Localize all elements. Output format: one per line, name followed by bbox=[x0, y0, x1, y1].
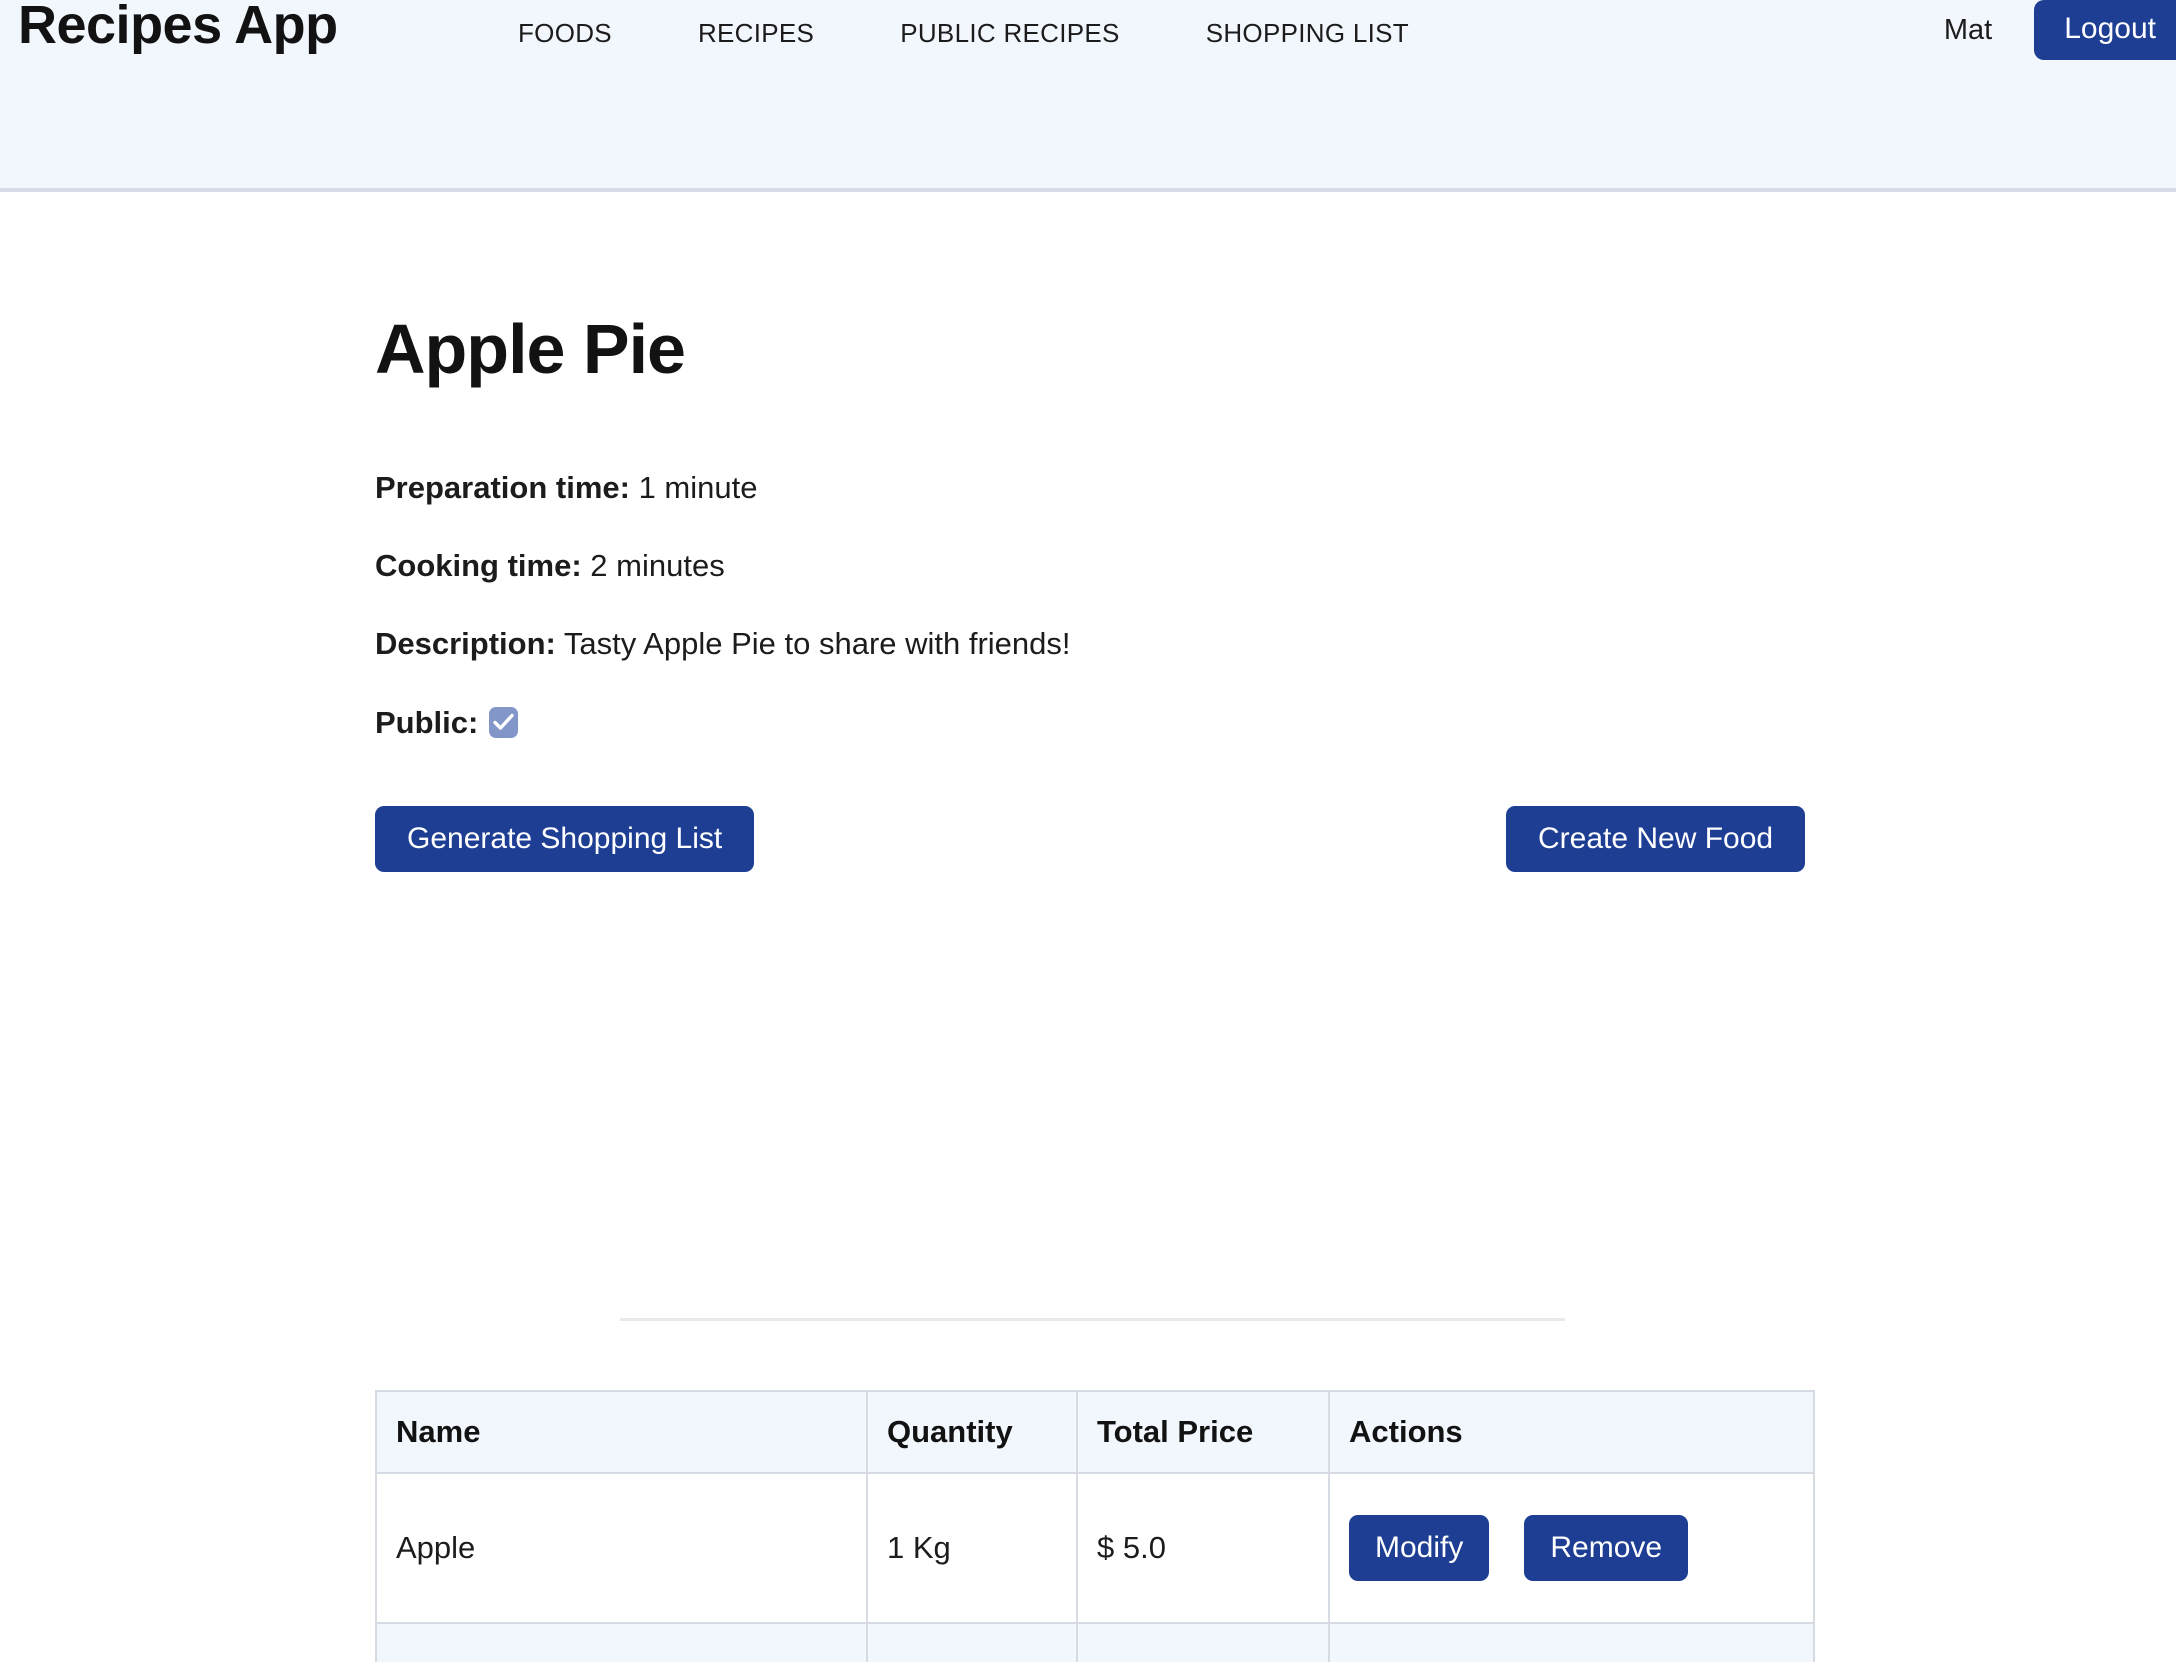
description-row: Description: Tasty Apple Pie to share wi… bbox=[375, 628, 1815, 659]
cell-ingredient-actions: Modify Remove bbox=[1328, 1472, 1815, 1624]
column-header-actions: Actions bbox=[1328, 1390, 1815, 1474]
section-divider bbox=[620, 1318, 1565, 1321]
logout-button[interactable]: Logout bbox=[2034, 0, 2176, 60]
remove-ingredient-button[interactable]: Remove bbox=[1524, 1515, 1689, 1581]
cooking-time-row: Cooking time: 2 minutes bbox=[375, 550, 1815, 581]
column-header-total-price: Total Price bbox=[1076, 1390, 1330, 1474]
table-row: Milk 1 L $ 10.0 Modify Remove bbox=[375, 1622, 1815, 1662]
cell-ingredient-quantity: 1 Kg bbox=[866, 1472, 1078, 1624]
preparation-time-label: Preparation time: bbox=[375, 470, 630, 505]
column-header-quantity: Quantity bbox=[866, 1390, 1078, 1474]
row-action-group: Modify Remove bbox=[1349, 1515, 1813, 1581]
cooking-time-label: Cooking time: bbox=[375, 548, 582, 583]
column-header-name: Name bbox=[375, 1390, 868, 1474]
app-brand-title[interactable]: Recipes App bbox=[18, 0, 338, 56]
cooking-time-value: 2 minutes bbox=[590, 548, 725, 583]
generate-shopping-list-button[interactable]: Generate Shopping List bbox=[375, 806, 755, 872]
nav-link-shopping-list[interactable]: SHOPPING LIST bbox=[1206, 14, 1409, 53]
recipe-action-buttons: Generate Shopping List Create New Food bbox=[375, 806, 1815, 880]
preparation-time-row: Preparation time: 1 minute bbox=[375, 472, 1815, 503]
modify-ingredient-button[interactable]: Modify bbox=[1349, 1515, 1490, 1581]
cell-ingredient-name: Apple bbox=[375, 1472, 868, 1624]
recipe-detail-panel: Apple Pie Preparation time: 1 minute Coo… bbox=[375, 310, 1815, 1662]
description-label: Description: bbox=[375, 626, 556, 661]
nav-link-public-recipes[interactable]: PUBLIC RECIPES bbox=[900, 14, 1120, 53]
preparation-time-value: 1 minute bbox=[638, 470, 758, 505]
cell-ingredient-actions: Modify Remove bbox=[1328, 1622, 1815, 1662]
table-head: Name Quantity Total Price Actions bbox=[375, 1390, 1815, 1474]
navbar-user-area: Mat Logout bbox=[1944, 0, 2176, 60]
checkmark-icon bbox=[493, 713, 515, 730]
primary-nav: FOODS RECIPES PUBLIC RECIPES SHOPPING LI… bbox=[518, 14, 1409, 53]
public-checkbox[interactable] bbox=[489, 707, 519, 738]
table-row: Apple 1 Kg $ 5.0 Modify Remove bbox=[375, 1472, 1815, 1624]
ingredients-table-wrapper: Name Quantity Total Price Actions Apple … bbox=[375, 1390, 1815, 1662]
cell-ingredient-price: $ 5.0 bbox=[1076, 1472, 1330, 1624]
nav-link-foods[interactable]: FOODS bbox=[518, 14, 612, 53]
cell-ingredient-name: Milk bbox=[375, 1622, 868, 1662]
top-navbar: Recipes App FOODS RECIPES PUBLIC RECIPES… bbox=[0, 0, 2176, 192]
ingredients-table: Name Quantity Total Price Actions Apple … bbox=[375, 1390, 1815, 1662]
nav-link-recipes[interactable]: RECIPES bbox=[698, 14, 814, 53]
page-title: Apple Pie bbox=[375, 310, 686, 388]
table-body: Apple 1 Kg $ 5.0 Modify Remove Milk 1 L bbox=[375, 1472, 1815, 1662]
cell-ingredient-quantity: 1 L bbox=[866, 1622, 1078, 1662]
create-new-food-button[interactable]: Create New Food bbox=[1506, 806, 1806, 872]
public-label: Public: bbox=[375, 705, 479, 740]
navbar-inner: Recipes App FOODS RECIPES PUBLIC RECIPES… bbox=[0, 0, 2176, 70]
cell-ingredient-price: $ 10.0 bbox=[1076, 1622, 1330, 1662]
description-value: Tasty Apple Pie to share with friends! bbox=[563, 626, 1071, 661]
table-header-row: Name Quantity Total Price Actions bbox=[375, 1390, 1815, 1474]
username-label: Mat bbox=[1943, 14, 1993, 46]
public-row: Public: bbox=[375, 707, 1815, 738]
